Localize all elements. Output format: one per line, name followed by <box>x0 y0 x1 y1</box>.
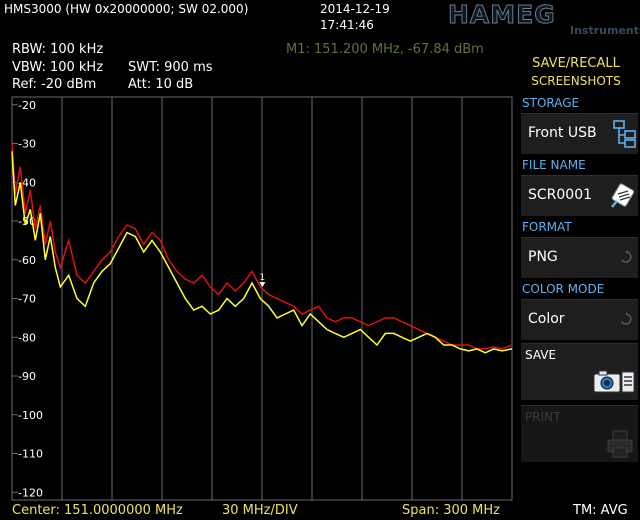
y-tick-label: -100 <box>18 409 43 422</box>
printer-icon <box>607 430 633 458</box>
file-name-value: SCR0001 <box>528 187 593 203</box>
y-tick-label: -120 <box>18 486 43 499</box>
scale-per-div-readout: 30 MHz/DIV <box>222 503 298 518</box>
cycle-arrow-icon <box>620 250 632 263</box>
y-tick-label: -90 <box>18 370 36 383</box>
format-value: PNG <box>528 249 558 265</box>
trace-mode-readout: TM: AVG <box>573 503 628 518</box>
marker-number: 1 <box>259 273 265 283</box>
color-mode-value: Color <box>528 311 565 327</box>
menu-title-line2: SCREENSHOTS <box>531 74 621 88</box>
save-label: SAVE <box>525 348 557 362</box>
format-button[interactable]: PNG <box>521 237 638 278</box>
camera-icon <box>593 370 635 393</box>
color-mode-label: COLOR MODE <box>522 282 605 296</box>
y-tick-label: -60 <box>18 254 36 267</box>
edit-name-icon <box>611 183 635 208</box>
storage-label: STORAGE <box>522 96 580 110</box>
color-mode-button[interactable]: Color <box>521 299 638 340</box>
storage-button[interactable]: Front USB <box>521 113 638 154</box>
y-tick-label: -80 <box>18 331 36 344</box>
cycle-arrow-icon <box>620 312 632 325</box>
y-tick-label: -70 <box>18 293 36 306</box>
save-button[interactable]: SAVE <box>521 343 638 400</box>
storage-value: Front USB <box>528 125 597 141</box>
marker-m1: 1 <box>259 273 266 288</box>
y-tick-label: -30 <box>18 138 36 151</box>
spectrum-grid <box>11 96 513 501</box>
menu-title-line1: SAVE/RECALL <box>532 56 620 71</box>
y-tick-label: -20 <box>18 99 36 112</box>
format-label: FORMAT <box>522 220 572 234</box>
folder-tree-icon <box>613 120 636 148</box>
file-name-label: FILE NAME <box>522 158 586 172</box>
file-name-button[interactable]: SCR0001 <box>521 175 638 216</box>
print-button: PRINT <box>521 405 638 462</box>
y-tick-label: -110 <box>18 448 43 461</box>
y-axis-labels: -20-30-40-50-60-70-80-90-100-110-120 <box>18 99 43 500</box>
print-label: PRINT <box>525 410 561 424</box>
span-readout: Span: 300 MHz <box>402 503 500 518</box>
center-frequency-readout: Center: 151.0000000 MHz <box>12 503 183 518</box>
